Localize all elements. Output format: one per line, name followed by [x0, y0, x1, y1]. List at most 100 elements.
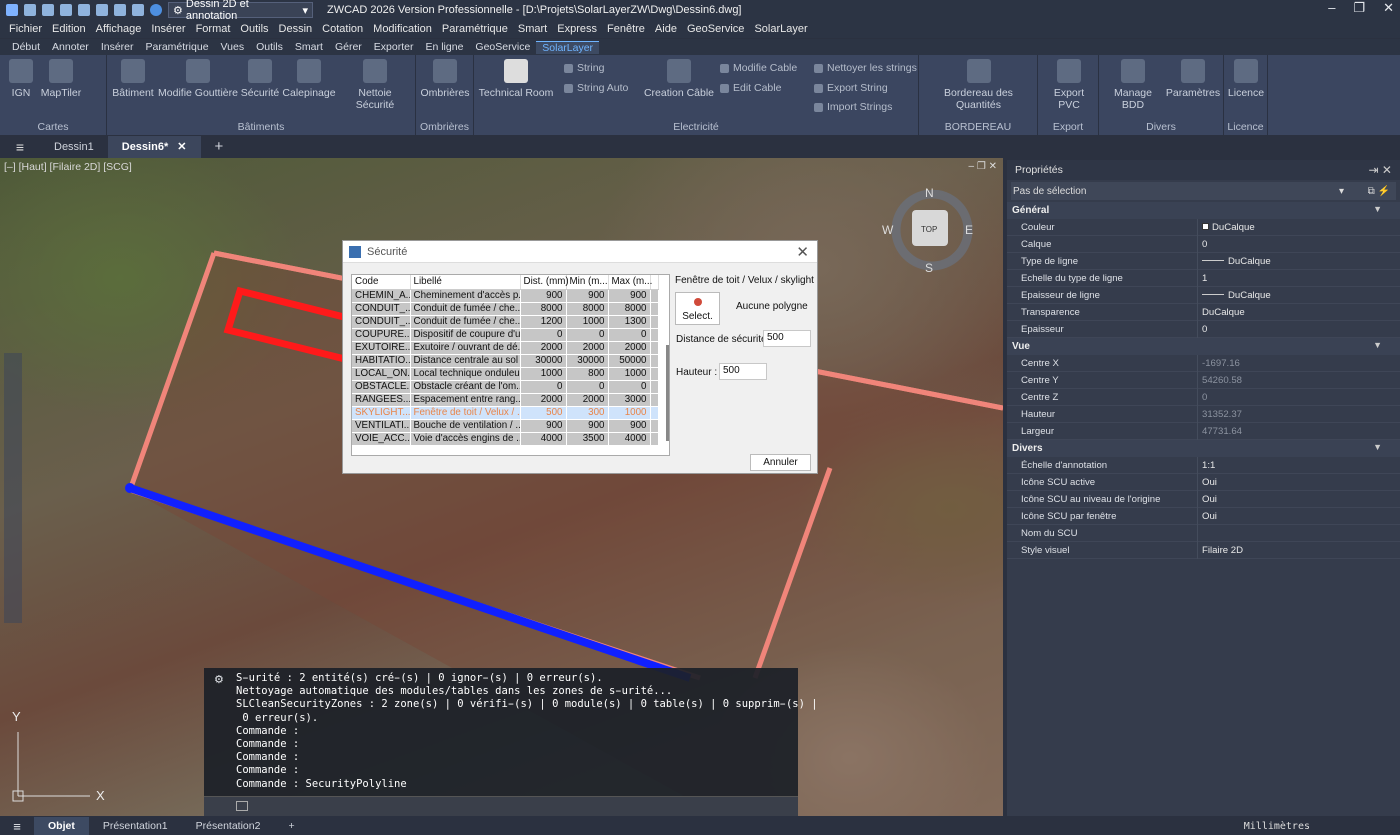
property-row[interactable]: Echelle du type de ligne 1 [1007, 269, 1400, 287]
command-input[interactable] [204, 796, 798, 816]
open-file-icon[interactable] [42, 4, 54, 16]
property-value[interactable]: -1697.16 [1197, 354, 1400, 372]
modifie-cable-button[interactable]: Modifie Cable [720, 62, 797, 74]
undo-icon[interactable] [114, 4, 126, 16]
close-icon[interactable]: ✕ [796, 243, 809, 261]
menu-item-10[interactable]: Smart [513, 23, 552, 35]
panel-controls-icon[interactable]: ⇥ ✕ [1369, 163, 1392, 177]
property-row[interactable]: Hauteur 31352.37 [1007, 405, 1400, 423]
ribbon-tab-3[interactable]: Paramétrique [140, 41, 215, 53]
table-row[interactable]: COUPURE... Dispositif de coupure d'u... 0 0… [352, 328, 659, 342]
maximize-icon[interactable]: ❐ [1353, 0, 1365, 16]
table-row[interactable]: SKYLIGHT... Fenêtre de toit / Velux / ...… [352, 406, 659, 420]
menu-item-2[interactable]: Affichage [91, 23, 147, 35]
cancel-button[interactable]: Annuler [750, 454, 811, 471]
property-row[interactable]: Epaisseur 0 [1007, 320, 1400, 338]
security-grid[interactable]: Code Libellé Dist. (mm) Min (m... Max (m... … [351, 274, 670, 456]
menu-item-7[interactable]: Cotation [317, 23, 368, 35]
import-strings-button[interactable]: Import Strings [814, 101, 892, 113]
selection-dropdown[interactable]: Pas de sélection ▾ ⧉ ⚡ [1011, 182, 1396, 200]
menu-item-14[interactable]: GeoService [682, 23, 749, 35]
property-value[interactable]: 47731.64 [1197, 422, 1400, 440]
menu-item-11[interactable]: Express [552, 23, 602, 35]
layout-tab-presentation1[interactable]: Présentation1 [89, 817, 182, 835]
new-file-icon[interactable] [24, 4, 36, 16]
section-divers[interactable]: Divers [1007, 440, 1400, 457]
table-row[interactable]: CHEMIN_A... Cheminement d'accès p... 900 90… [352, 289, 659, 303]
close-icon[interactable]: ✕ [1383, 0, 1394, 16]
gear-icon[interactable]: ⚙ [214, 673, 226, 686]
table-row[interactable]: CONDUIT_... Conduit de fumée / che... 1200… [352, 315, 659, 329]
nettoyer-strings-button[interactable]: Nettoyer les strings [814, 62, 917, 74]
viewcube-top[interactable]: TOP [921, 225, 937, 234]
parametres-button[interactable]: Paramètres [1165, 59, 1221, 99]
table-row[interactable]: OBSTACLE... Obstacle créant de l'om... 0 0 0 [352, 380, 659, 394]
property-value[interactable]: Filaire 2D [1197, 541, 1400, 559]
batiment-button[interactable]: Bâtiment [111, 59, 155, 99]
doc-tab-dessin1[interactable]: Dessin1 [40, 136, 108, 158]
menu-item-12[interactable]: Fenêtre [602, 23, 650, 35]
calepinage-button[interactable]: Calepinage [282, 59, 336, 99]
menu-item-13[interactable]: Aide [650, 23, 682, 35]
hamburger-menu-icon[interactable]: ≡ [0, 139, 40, 155]
menu-item-1[interactable]: Edition [47, 23, 91, 35]
viewcube[interactable]: N S E W TOP [882, 186, 974, 275]
gutter-grip[interactable] [125, 483, 135, 493]
layout-tab-objet[interactable]: Objet [34, 817, 89, 835]
table-row[interactable]: CONDUIT_... Conduit de fumée / che... 8000… [352, 302, 659, 316]
property-row[interactable]: Couleur DuCalque [1007, 218, 1400, 236]
property-value[interactable]: DuCalque [1197, 303, 1400, 321]
distance-field[interactable]: 500 [763, 330, 811, 347]
licence-button[interactable]: Licence [1226, 59, 1266, 99]
property-row[interactable]: Nom du SCU [1007, 524, 1400, 542]
help-icon[interactable] [150, 4, 162, 16]
redo-icon[interactable] [132, 4, 144, 16]
hamburger-menu-icon[interactable]: ≡ [0, 819, 34, 834]
table-row[interactable]: VENTILATI... Bouche de ventilation / ... 9… [352, 419, 659, 433]
viewport-label[interactable]: [–] [Haut] [Filaire 2D] [SCG] [4, 161, 132, 173]
minimize-icon[interactable]: – [1328, 0, 1335, 16]
property-value[interactable]: 0 [1197, 320, 1400, 338]
property-value[interactable]: 54260.58 [1197, 371, 1400, 389]
property-row[interactable]: Style visuel Filaire 2D [1007, 541, 1400, 559]
select-polyline-button[interactable]: Select. [675, 292, 720, 325]
units-select[interactable]: Millimètres [1244, 821, 1310, 832]
ombrieres-button[interactable]: Ombrières [420, 59, 470, 99]
property-value[interactable] [1197, 524, 1400, 542]
property-value[interactable]: DuCalque [1197, 252, 1400, 270]
ribbon-tab-0[interactable]: Début [6, 41, 46, 53]
table-row[interactable]: VOIE_ACC... Voie d'accès engins de ... 400… [352, 432, 659, 446]
doc-tab-dessin6[interactable]: Dessin6* ✕ [107, 136, 201, 158]
property-value[interactable]: Oui [1197, 490, 1400, 508]
property-row[interactable]: Icône SCU par fenêtre Oui [1007, 507, 1400, 525]
table-row[interactable]: LOCAL_ON... Local technique onduleur 1000 8… [352, 367, 659, 381]
ribbon-tab-1[interactable]: Annoter [46, 41, 95, 53]
bordereau-button[interactable]: Bordereau des Quantités [923, 59, 1034, 111]
property-value[interactable]: Oui [1197, 473, 1400, 491]
property-value[interactable]: 1:1 [1197, 456, 1400, 474]
modifie-gouttiere-button[interactable]: Modifie Gouttière [157, 59, 239, 99]
menu-item-0[interactable]: Fichier [4, 23, 47, 35]
property-row[interactable]: Largeur 47731.64 [1007, 422, 1400, 440]
ribbon-tab-8[interactable]: Exporter [368, 41, 420, 53]
export-string-button[interactable]: Export String [814, 82, 888, 94]
property-row[interactable]: Transparence DuCalque [1007, 303, 1400, 321]
nettoie-securite-button[interactable]: Nettoie Sécurité [338, 59, 412, 111]
maptiler-button[interactable]: MapTiler [40, 59, 82, 99]
ribbon-tab-2[interactable]: Insérer [95, 41, 140, 53]
property-row[interactable]: Icône SCU active Oui [1007, 473, 1400, 491]
ribbon-tab-10[interactable]: GeoService [469, 41, 536, 53]
property-value[interactable]: DuCalque [1197, 218, 1400, 236]
property-row[interactable]: Centre Z 0 [1007, 388, 1400, 406]
grid-header-3[interactable]: Min (m... [566, 275, 609, 290]
close-tab-icon[interactable]: ✕ [177, 141, 186, 153]
securite-button[interactable]: Sécurité [240, 59, 280, 99]
viewport-controls[interactable]: – ❐ ✕ [969, 161, 997, 172]
grid-header-1[interactable]: Libellé [410, 275, 521, 290]
table-row[interactable]: RANGEES... Espacement entre rang... 2000 20… [352, 393, 659, 407]
canvas-side-toolbar[interactable] [4, 353, 22, 623]
menu-item-6[interactable]: Dessin [274, 23, 318, 35]
grid-header-4[interactable]: Max (m... [608, 275, 652, 290]
property-row[interactable]: Icône SCU au niveau de l'origine Oui [1007, 490, 1400, 508]
property-row[interactable]: Centre X -1697.16 [1007, 354, 1400, 372]
